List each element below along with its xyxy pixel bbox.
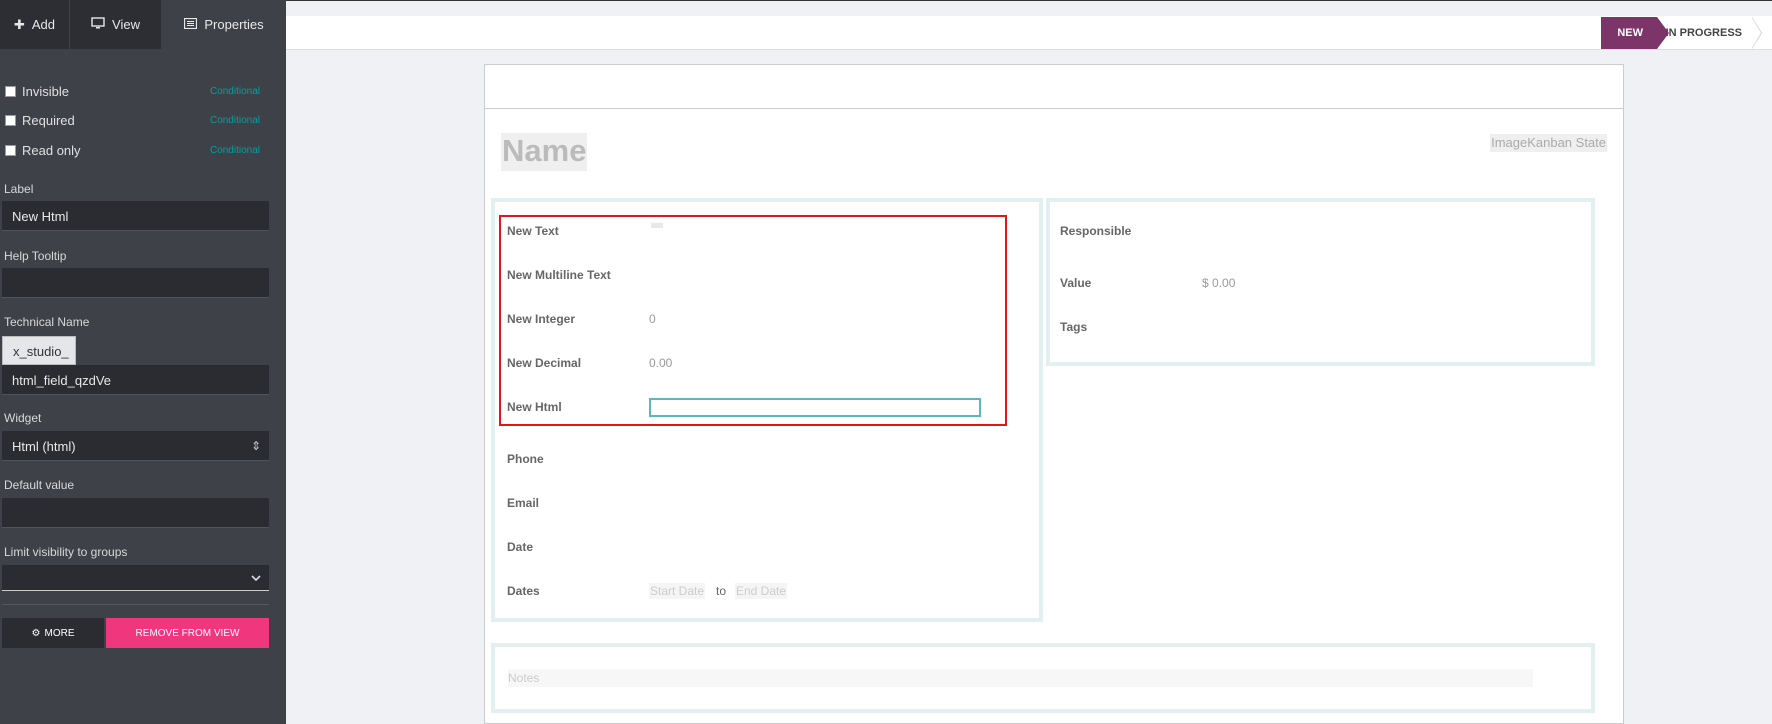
field-label-responsible: Responsible bbox=[1060, 224, 1132, 238]
field-label-phone: Phone bbox=[507, 452, 544, 466]
widget-title: Widget bbox=[4, 411, 42, 425]
required-row: Required Conditional bbox=[5, 111, 260, 129]
sheet-header bbox=[485, 65, 1623, 109]
updown-chevron-icon: ⇕ bbox=[250, 439, 261, 453]
chevron-down-icon bbox=[251, 571, 261, 585]
field-label-date: Date bbox=[507, 540, 534, 554]
image-kanban-state[interactable]: ImageKanban State bbox=[1490, 134, 1607, 152]
value-amount[interactable]: $ 0.00 bbox=[1202, 276, 1235, 290]
invisible-conditional-link[interactable]: Conditional bbox=[210, 86, 260, 97]
sidebar-divider bbox=[2, 604, 269, 605]
technical-name-input[interactable]: html_field_qzdVe bbox=[2, 365, 269, 395]
stage-new[interactable]: NEW bbox=[1601, 17, 1669, 49]
groups-select[interactable] bbox=[2, 565, 269, 591]
required-conditional-link[interactable]: Conditional bbox=[210, 115, 260, 126]
remove-from-view-button[interactable]: REMOVE FROM VIEW bbox=[106, 618, 269, 648]
selection-highlight bbox=[499, 215, 1007, 426]
field-label-dates: Dates bbox=[507, 584, 540, 598]
groups-title: Limit visibility to groups bbox=[4, 545, 128, 559]
tab-view-label: View bbox=[112, 17, 140, 32]
readonly-checkbox[interactable] bbox=[5, 144, 16, 156]
readonly-conditional-link[interactable]: Conditional bbox=[210, 145, 260, 156]
gear-icon: ⚙ bbox=[31, 627, 41, 639]
widget-select-value: Html (html) bbox=[12, 439, 76, 454]
technical-name-title: Technical Name bbox=[4, 315, 90, 329]
widget-select[interactable]: Html (html) ⇕ bbox=[2, 431, 269, 461]
list-icon bbox=[184, 17, 198, 32]
end-date-input[interactable]: End Date bbox=[735, 583, 788, 599]
default-value-title: Default value bbox=[4, 478, 75, 492]
status-bar: IN PROGRESS NEW bbox=[286, 16, 1772, 50]
name-field[interactable]: Name bbox=[501, 133, 588, 171]
required-checkbox[interactable] bbox=[5, 114, 16, 126]
invisible-row: Invisible Conditional bbox=[5, 82, 260, 100]
start-date-input[interactable]: Start Date bbox=[649, 583, 706, 599]
readonly-row: Read only Conditional bbox=[5, 141, 260, 159]
required-label: Required bbox=[22, 112, 75, 128]
tab-properties[interactable]: Properties bbox=[162, 0, 286, 49]
plus-icon: ✚ bbox=[13, 16, 25, 32]
tab-view[interactable]: View bbox=[70, 0, 162, 49]
tab-add-label: Add bbox=[31, 17, 56, 32]
tab-add[interactable]: ✚ Add bbox=[0, 0, 70, 49]
help-tooltip-title: Help Tooltip bbox=[4, 249, 67, 263]
dates-to-label: to bbox=[716, 584, 727, 598]
sidebar-tabs: ✚ Add View Properties bbox=[0, 0, 286, 49]
field-label-email: Email bbox=[507, 496, 540, 510]
invisible-label: Invisible bbox=[22, 83, 69, 99]
monitor-icon bbox=[91, 17, 105, 32]
label-title: Label bbox=[4, 182, 34, 196]
field-label-value: Value bbox=[1060, 276, 1092, 290]
label-input[interactable]: New Html bbox=[2, 201, 269, 231]
field-label-tags: Tags bbox=[1060, 320, 1088, 334]
notes-field[interactable]: Notes bbox=[508, 669, 1533, 687]
technical-name-prefix: x_studio_ bbox=[2, 336, 76, 365]
studio-sidebar: ✚ Add View Properties Invisible Conditio… bbox=[0, 0, 286, 724]
more-button-label: MORE bbox=[44, 627, 75, 639]
default-value-input[interactable] bbox=[2, 498, 269, 528]
help-tooltip-input[interactable] bbox=[2, 268, 269, 298]
tab-properties-label: Properties bbox=[204, 17, 264, 32]
invisible-checkbox[interactable] bbox=[5, 85, 16, 97]
more-button[interactable]: ⚙ MORE bbox=[2, 618, 104, 648]
readonly-label: Read only bbox=[22, 142, 81, 158]
